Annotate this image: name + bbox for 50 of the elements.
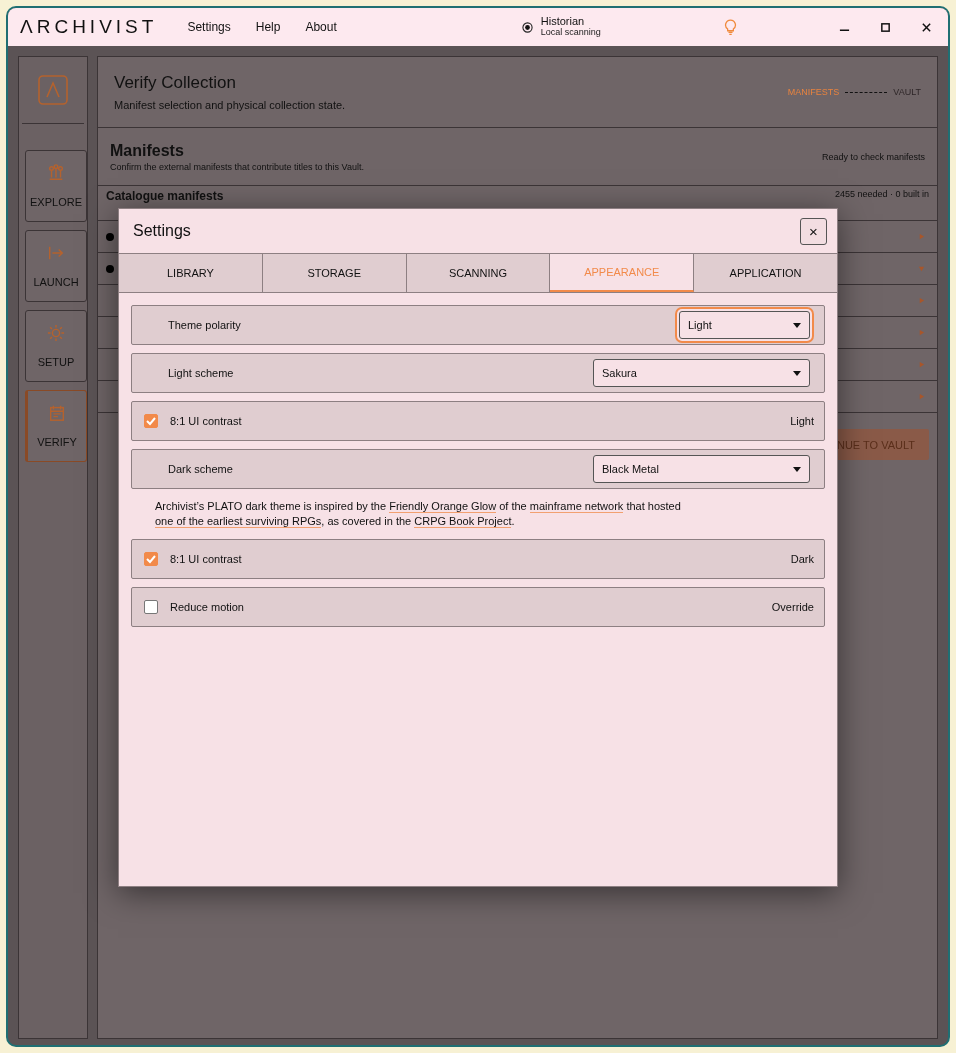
link[interactable]: Friendly Orange Glow — [389, 500, 497, 513]
sun-icon — [47, 324, 65, 342]
setting-note: Dark — [790, 553, 814, 565]
maximize-icon[interactable] — [880, 21, 891, 33]
profile-status: Local scanning — [540, 27, 601, 38]
step-label: MANIFESTS — [787, 87, 840, 97]
close-button[interactable]: × — [800, 217, 827, 245]
checkbox[interactable] — [144, 414, 158, 428]
link[interactable]: mainframe network — [529, 500, 624, 513]
app-logo: ΛRCHIVIST — [20, 16, 158, 38]
setting-label: Dark scheme — [168, 463, 233, 475]
caret-icon — [793, 370, 801, 376]
tab[interactable]: STORAGE — [262, 254, 407, 292]
page-title: Verify Collection — [114, 73, 237, 93]
page-subtitle: Manifest selection and physical collection state. — [114, 99, 346, 111]
calendar-icon — [48, 404, 66, 422]
section-title: Manifests — [110, 141, 185, 160]
logo-icon — [38, 75, 68, 105]
tab[interactable]: APPLICATION — [694, 254, 837, 292]
menu-item[interactable]: Settings — [187, 20, 231, 34]
dialog-title: Settings — [133, 222, 191, 240]
checkbox[interactable] — [144, 600, 158, 614]
step-label: VAULT — [893, 87, 921, 97]
catalogue-count: 2455 needed · 0 built in — [834, 189, 929, 199]
tab[interactable]: SCANNING — [406, 254, 551, 292]
pins-icon — [47, 164, 65, 182]
tab[interactable]: LIBRARY — [119, 254, 263, 292]
setting-label: 8:1 UI contrast — [170, 415, 242, 427]
caret-icon — [793, 322, 801, 328]
catalogue-title: Catalogue manifests — [106, 189, 224, 203]
setting-label: Theme polarity — [168, 319, 241, 331]
lightbulb-icon[interactable] — [724, 18, 737, 36]
radio-icon[interactable] — [521, 21, 533, 33]
dropdown[interactable]: Black Metal — [593, 455, 810, 483]
menu-item[interactable]: Help — [255, 20, 281, 34]
setting-label: 8:1 UI contrast — [170, 553, 242, 565]
theme-description: Archivist’s PLATO dark theme is inspired by the Friendly Orange Glow of the mainframe network that hosted one of the earliest surviving RPGs, as covered in the CRPG Book Project. — [154, 499, 682, 530]
setting-note: Override — [771, 601, 814, 613]
menu-item[interactable]: About — [305, 20, 337, 34]
section-status: Ready to check manifests — [821, 151, 925, 162]
arrow-bar-icon — [47, 244, 65, 262]
setting-label: Light scheme — [168, 367, 234, 379]
setting-note: Light — [790, 415, 814, 427]
section-subtitle: Confirm the external manifests that contribute titles to this Vault. — [110, 161, 364, 172]
dropdown[interactable]: Sakura — [593, 359, 810, 387]
setting-label: Reduce motion — [170, 601, 244, 613]
checkbox[interactable] — [144, 552, 158, 566]
caret-icon — [793, 466, 801, 472]
profile-name: Historian — [540, 16, 586, 27]
close-icon[interactable] — [921, 21, 932, 33]
